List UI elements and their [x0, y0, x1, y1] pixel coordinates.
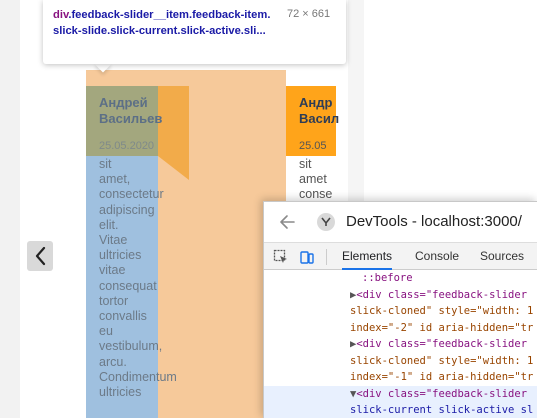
dom-line-selected[interactable]: ▼<div class="feedback-slider [264, 385, 537, 402]
back-arrow-icon[interactable] [278, 212, 298, 232]
next-feedback-date: 25.05 [299, 140, 327, 152]
elements-dom-tree: ::before ▶<div class="feedback-slider sl… [264, 270, 537, 418]
devtools-logo-icon [317, 213, 335, 231]
tab-elements[interactable]: Elements [342, 243, 393, 270]
device-toolbar-icon[interactable] [299, 249, 315, 265]
slider-prev-button[interactable] [27, 241, 53, 271]
feedback-date: 25.05.2020 [99, 140, 155, 152]
dom-line[interactable]: slick-cloned" style="width: 1 [264, 303, 537, 320]
devtools-window: DevTools - localhost:3000/ Elements Cons… [263, 201, 537, 418]
dom-line[interactable]: slick-cloned" style="width: 1 [264, 353, 537, 370]
toolbar-separator [326, 249, 327, 265]
devtools-titlebar: DevTools - localhost:3000/ [264, 202, 537, 242]
feedback-text: sit amet, consectetur adipiscing elit. V… [99, 157, 177, 400]
chevron-left-icon [35, 246, 46, 266]
tooltip-selector: div.feedback-slider__item.feedback-item.… [53, 7, 275, 39]
inspect-element-icon[interactable] [273, 249, 289, 265]
next-feedback-author-name: Андр Васил [299, 95, 340, 126]
devtools-window-title: DevTools - localhost:3000/ [346, 213, 522, 230]
dom-line-selected[interactable]: slick-current slick-active sl [264, 402, 537, 418]
dom-line[interactable]: ▶<div class="feedback-slider [264, 336, 537, 353]
tooltip-class-list: .feedback-slider__item.feedback-item.sli… [53, 9, 271, 37]
dom-line[interactable]: index="-2" id aria-hidden="tr [264, 320, 537, 337]
inspect-tooltip: div.feedback-slider__item.feedback-item.… [43, 0, 346, 64]
tooltip-dimensions: 72 × 661 [287, 8, 331, 20]
tab-console[interactable]: Console [415, 243, 459, 270]
feedback-author-name: Андрей Васильев [99, 95, 163, 126]
tooltip-tag-name: div [53, 9, 69, 21]
tab-sources[interactable]: Sources [480, 243, 524, 270]
dom-line[interactable]: ::before [264, 270, 537, 287]
dom-line[interactable]: ▶<div class="feedback-slider [264, 287, 537, 304]
page-left-gutter [0, 0, 20, 418]
dom-line[interactable]: index="-1" id aria-hidden="tr [264, 369, 537, 386]
devtools-tab-bar: Elements Console Sources [264, 242, 537, 270]
